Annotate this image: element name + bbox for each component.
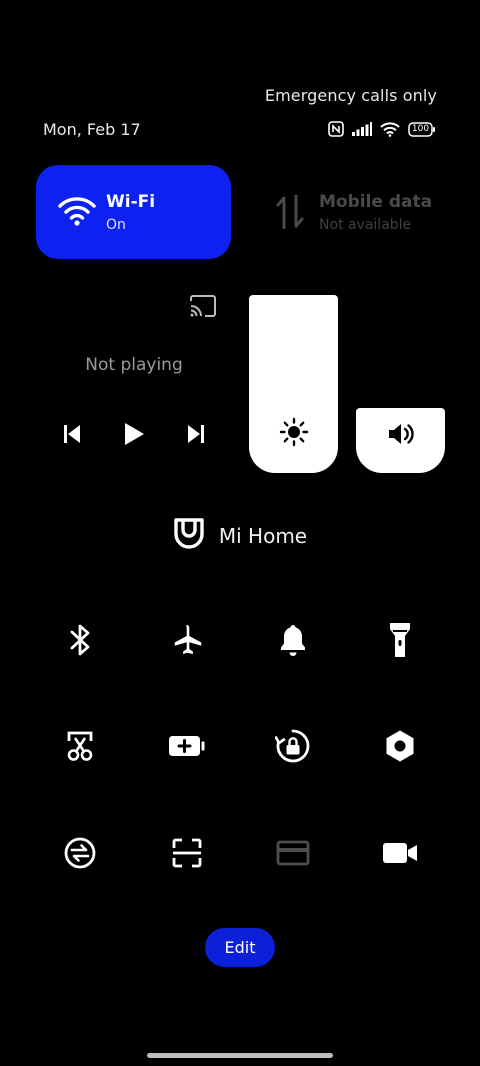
date: Mon, Feb 17 (43, 120, 141, 139)
rotation-lock-icon (274, 728, 311, 768)
home-indicator[interactable] (147, 1053, 333, 1058)
mobile-data-icon (276, 194, 304, 233)
battery-icon: 100 (408, 121, 436, 137)
sync-icon (63, 836, 97, 874)
mobile-data-tile[interactable]: Mobile data Not available (255, 180, 445, 250)
bluetooth-icon (67, 623, 93, 661)
control-center: Emergency calls only Mon, Feb 17 100 Wi-… (0, 0, 480, 1066)
cast-icon[interactable] (189, 294, 217, 322)
mi-home-label: Mi Home (218, 524, 308, 548)
brightness-icon (279, 417, 309, 451)
settings-toggle[interactable] (370, 718, 430, 778)
battery-saver-icon (168, 735, 206, 761)
wifi-title: Wi-Fi (106, 192, 156, 212)
wifi-icon (58, 196, 96, 230)
wifi-status: On (106, 217, 126, 233)
sync-toggle[interactable] (50, 825, 110, 885)
cards-toggle[interactable] (263, 825, 323, 885)
mobile-data-title: Mobile data (319, 192, 433, 212)
screenshot-icon (65, 729, 95, 767)
screenshot-toggle[interactable] (50, 718, 110, 778)
mobile-data-status: Not available (319, 217, 412, 233)
media-status: Not playing (85, 355, 183, 375)
edit-button[interactable]: Edit (205, 928, 275, 967)
previous-track-button[interactable] (62, 420, 82, 452)
video-icon (382, 842, 418, 868)
next-track-button[interactable] (186, 420, 206, 452)
brightness-slider[interactable] (249, 295, 338, 473)
battery-level: 100 (411, 123, 430, 134)
status-bar-icons: 100 (328, 120, 436, 138)
mi-home-icon (173, 517, 205, 555)
signal-icon (352, 122, 372, 136)
mi-home-shortcut[interactable]: Mi Home (0, 516, 480, 556)
card-icon (276, 840, 310, 870)
rotation-lock-toggle[interactable] (263, 718, 323, 778)
silent-mode-toggle[interactable] (263, 612, 323, 672)
screen-recorder-toggle[interactable] (370, 825, 430, 885)
wifi-status-icon (380, 121, 400, 137)
network-status: Emergency calls only (264, 86, 437, 105)
bell-icon (278, 623, 308, 661)
flashlight-icon (388, 621, 412, 663)
airplane-icon (170, 623, 204, 661)
airplane-mode-toggle[interactable] (157, 612, 217, 672)
scanner-toggle[interactable] (157, 825, 217, 885)
scan-icon (171, 837, 203, 873)
flashlight-toggle[interactable] (370, 612, 430, 672)
bluetooth-toggle[interactable] (50, 612, 110, 672)
battery-saver-toggle[interactable] (157, 718, 217, 778)
volume-slider[interactable] (356, 408, 445, 473)
settings-hex-icon (384, 729, 416, 767)
play-button[interactable] (122, 420, 146, 452)
nfc-icon (328, 121, 344, 137)
wifi-tile[interactable]: Wi-Fi On (36, 165, 231, 259)
volume-icon (386, 422, 416, 450)
